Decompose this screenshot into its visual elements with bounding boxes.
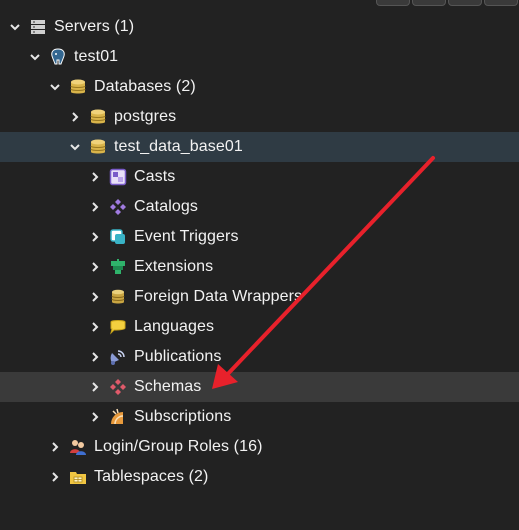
chevron-right-icon[interactable] xyxy=(47,469,63,485)
tree-node-extensions[interactable]: Extensions xyxy=(0,252,519,282)
database-icon xyxy=(69,78,87,96)
tree-node-label: Casts xyxy=(134,168,176,185)
users-icon xyxy=(69,438,87,456)
tree-node-languages[interactable]: Languages xyxy=(0,312,519,342)
object-explorer-tree: Servers (1) test01 Databases (2) postgre… xyxy=(0,12,519,492)
tree-node-tablespaces[interactable]: Tablespaces (2) xyxy=(0,462,519,492)
chevron-right-icon[interactable] xyxy=(87,229,103,245)
chevron-down-icon[interactable] xyxy=(67,139,83,155)
chevron-right-icon[interactable] xyxy=(87,379,103,395)
extension-icon xyxy=(109,258,127,276)
chevron-right-icon[interactable] xyxy=(87,199,103,215)
chevron-down-icon[interactable] xyxy=(7,19,23,35)
casts-icon xyxy=(109,168,127,186)
chevron-right-icon[interactable] xyxy=(87,319,103,335)
event-trigger-icon xyxy=(109,228,127,246)
chevron-right-icon[interactable] xyxy=(67,109,83,125)
tree-node-foreign-data-wrappers[interactable]: Foreign Data Wrappers xyxy=(0,282,519,312)
tree-node-label: postgres xyxy=(114,108,177,125)
tree-node-schemas[interactable]: Schemas xyxy=(0,372,519,402)
tree-node-catalogs[interactable]: Catalogs xyxy=(0,192,519,222)
servers-icon xyxy=(29,18,47,36)
chevron-right-icon[interactable] xyxy=(87,259,103,275)
tree-node-label: Subscriptions xyxy=(134,408,232,425)
publication-icon xyxy=(109,348,127,366)
tree-node-label: Event Triggers xyxy=(134,228,239,245)
tree-node-label: Publications xyxy=(134,348,222,365)
tree-node-label: Tablespaces (2) xyxy=(94,468,209,485)
tree-node-label: test01 xyxy=(74,48,119,65)
tree-node-login-group-roles[interactable]: Login/Group Roles (16) xyxy=(0,432,519,462)
postgresql-elephant-icon xyxy=(49,48,67,66)
chevron-down-icon[interactable] xyxy=(47,79,63,95)
toolbar-button[interactable] xyxy=(376,0,410,6)
tree-node-label: Languages xyxy=(134,318,215,335)
catalogs-icon xyxy=(109,198,127,216)
chevron-right-icon[interactable] xyxy=(87,169,103,185)
tree-node-database-postgres[interactable]: postgres xyxy=(0,102,519,132)
chevron-down-icon[interactable] xyxy=(27,49,43,65)
schemas-icon xyxy=(109,378,127,396)
chevron-right-icon[interactable] xyxy=(87,409,103,425)
toolbar-button[interactable] xyxy=(484,0,518,6)
database-icon xyxy=(89,138,107,156)
foreign-data-wrapper-icon xyxy=(109,288,127,306)
tablespace-folder-icon xyxy=(69,468,87,486)
toolbar-button[interactable] xyxy=(448,0,482,6)
tree-node-label: Extensions xyxy=(134,258,214,275)
tree-node-databases[interactable]: Databases (2) xyxy=(0,72,519,102)
tree-node-server-test01[interactable]: test01 xyxy=(0,42,519,72)
tree-node-label: Foreign Data Wrappers xyxy=(134,288,303,305)
language-icon xyxy=(109,318,127,336)
tree-node-label: Login/Group Roles (16) xyxy=(94,438,263,455)
tree-node-label: Schemas xyxy=(134,378,202,395)
database-icon xyxy=(89,108,107,126)
tree-node-label: Catalogs xyxy=(134,198,198,215)
tree-node-database-test-data-base01[interactable]: test_data_base01 xyxy=(0,132,519,162)
tree-node-label: Databases (2) xyxy=(94,78,196,95)
subscription-icon xyxy=(109,408,127,426)
tree-node-label: Servers (1) xyxy=(54,18,135,35)
tree-node-casts[interactable]: Casts xyxy=(0,162,519,192)
tree-node-subscriptions[interactable]: Subscriptions xyxy=(0,402,519,432)
tree-node-label: test_data_base01 xyxy=(114,138,243,155)
toolbar-button[interactable] xyxy=(412,0,446,6)
tree-node-event-triggers[interactable]: Event Triggers xyxy=(0,222,519,252)
tree-node-servers[interactable]: Servers (1) xyxy=(0,12,519,42)
tree-node-publications[interactable]: Publications xyxy=(0,342,519,372)
chevron-right-icon[interactable] xyxy=(47,439,63,455)
chevron-right-icon[interactable] xyxy=(87,349,103,365)
chevron-right-icon[interactable] xyxy=(87,289,103,305)
